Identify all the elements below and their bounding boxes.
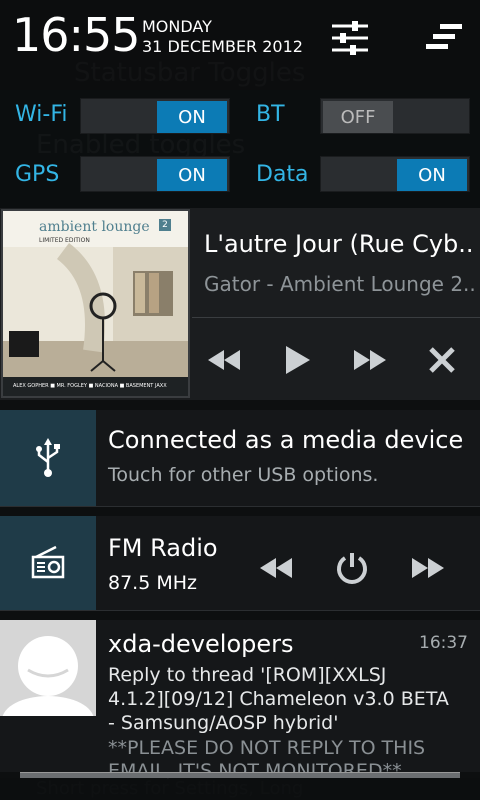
notification-header: 16:55 MONDAY 31 DECEMBER 2012 [0, 0, 480, 90]
power-icon [337, 553, 367, 584]
settings-button[interactable] [328, 16, 372, 60]
data-switch[interactable]: ON [320, 156, 470, 192]
fast-forward-icon [354, 350, 386, 370]
fm-radio-title: FM Radio [108, 534, 218, 562]
wifi-label: Wi-Fi [15, 102, 68, 127]
wifi-switch[interactable]: ON [80, 98, 230, 134]
xda-message-line-2: 4.1.2][09/12] Chameleon v3.0 BETA [108, 688, 449, 710]
date-label: 31 DECEMBER 2012 [142, 37, 303, 56]
music-divider [192, 317, 480, 318]
gps-switch[interactable]: ON [80, 156, 230, 192]
divider [0, 610, 480, 611]
default-avatar-icon [0, 620, 96, 716]
xda-message-line-3: - Samsung/AOSP hybrid' [108, 712, 339, 734]
radio-power-button[interactable] [322, 546, 382, 590]
radio-icon-box [0, 516, 96, 610]
album-art-image [3, 211, 188, 396]
data-switch-state: ON [397, 159, 467, 191]
album-art-title: ambient lounge [39, 219, 150, 235]
album-art-number: 2 [159, 219, 171, 231]
play-button[interactable] [268, 338, 328, 382]
gps-label: GPS [15, 162, 60, 187]
wifi-switch-state: ON [157, 101, 227, 133]
track-title: L'autre Jour (Rue Cyb.. [204, 230, 474, 258]
day-label: MONDAY [142, 17, 212, 36]
clear-all-button[interactable] [422, 16, 466, 60]
close-icon [429, 347, 455, 373]
xda-message-line-1: Reply to thread '[ROM][XXLSJ [108, 664, 387, 686]
xda-title: xda-developers [108, 630, 294, 658]
track-artist-album: Gator - Ambient Lounge 2.. [204, 272, 476, 296]
clear-all-icon [426, 24, 462, 49]
rewind-icon [260, 558, 292, 578]
quick-toggles: Wi-Fi ON BT OFF GPS ON Data ON [0, 90, 480, 208]
fast-forward-icon [412, 558, 444, 578]
radio-icon [31, 545, 65, 579]
divider [0, 506, 480, 507]
close-player-button[interactable] [412, 338, 472, 382]
shade-bottom [0, 778, 480, 800]
usb-notification[interactable]: Connected as a media device Touch for ot… [0, 410, 480, 506]
data-label: Data [256, 162, 309, 187]
shade-drag-handle[interactable] [20, 772, 460, 778]
fm-radio-frequency: 87.5 MHz [108, 572, 197, 594]
gps-switch-state: ON [157, 159, 227, 191]
sliders-icon [332, 21, 368, 55]
rewind-icon [208, 350, 240, 370]
album-art-artists: ALEX GOPHER ■ MR. FOGLEY ■ NACIONA ■ BAS… [13, 383, 167, 389]
xda-message-line-4: **PLEASE DO NOT REPLY TO THIS [108, 737, 426, 759]
bt-label: BT [256, 102, 285, 127]
music-notification[interactable]: ambient lounge 2 LIMITED EDITION ALEX GO… [0, 208, 480, 400]
radio-seek-back-button[interactable] [246, 546, 306, 590]
album-art-edition: LIMITED EDITION [39, 237, 90, 244]
xda-time: 16:37 [419, 633, 468, 653]
usb-title: Connected as a media device [108, 426, 464, 454]
previous-track-button[interactable] [194, 338, 254, 382]
clock: 16:55 [12, 8, 141, 62]
usb-text: Touch for other USB options. [108, 464, 379, 486]
usb-icon-box [0, 410, 96, 506]
usb-icon [36, 438, 60, 477]
album-art: ambient lounge 2 LIMITED EDITION ALEX GO… [1, 209, 190, 398]
next-track-button[interactable] [340, 338, 400, 382]
play-icon [286, 346, 310, 374]
bt-switch[interactable]: OFF [320, 98, 470, 134]
radio-seek-forward-button[interactable] [398, 546, 458, 590]
avatar [0, 620, 96, 716]
bt-switch-state: OFF [323, 101, 393, 133]
